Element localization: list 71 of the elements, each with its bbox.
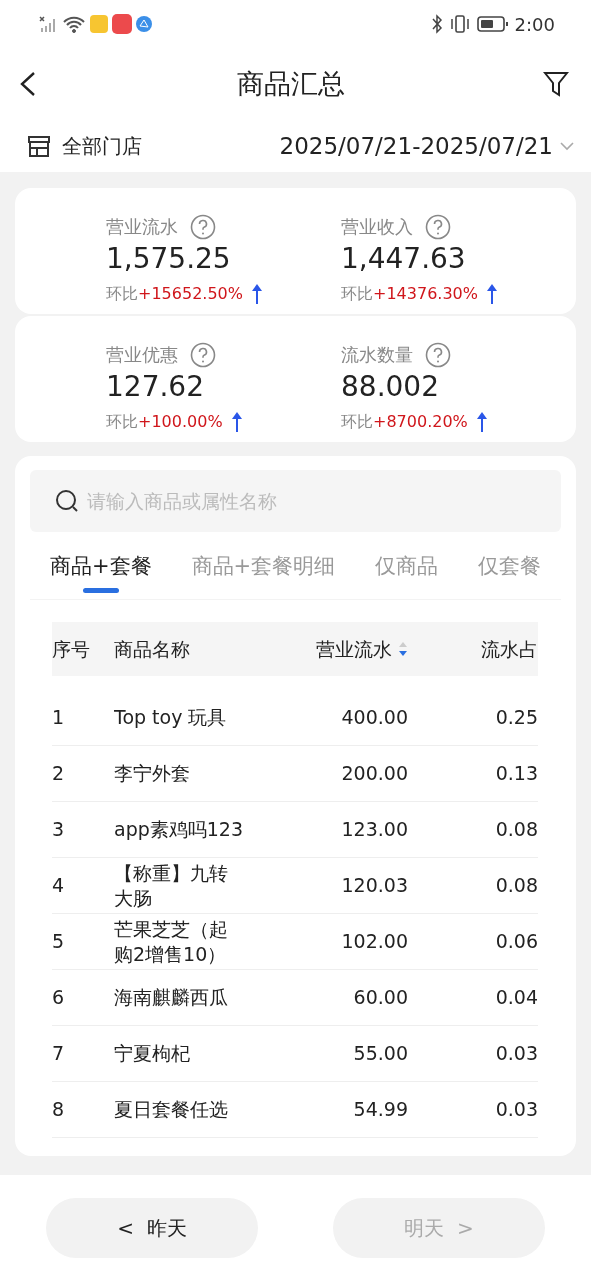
table-cell-text: 0.13 [494, 761, 538, 786]
table-cell-text: 400.00 [340, 705, 408, 730]
table-cell-text: 5 [52, 929, 66, 954]
app-icon [90, 15, 108, 33]
table-cell-text: 宁夏枸杞 [114, 1041, 191, 1066]
table-cell-text: 3 [52, 817, 66, 842]
wifi-icon [62, 15, 86, 33]
table-cell-text: 8 [52, 1097, 66, 1122]
bluetooth-icon [430, 14, 443, 34]
metric-label: 营业优惠 [106, 343, 178, 367]
metric-value: 1,447.63 [341, 242, 467, 275]
table-cell-text: 6 [52, 985, 66, 1010]
search-icon [55, 489, 79, 513]
table-cell-text: 0.04 [494, 985, 538, 1010]
help-icon [190, 342, 216, 368]
table-cell-text: 200.00 [340, 761, 408, 786]
table-cell-text: 102.00 [340, 929, 408, 954]
store-icon [26, 133, 52, 159]
store-selector[interactable]: 全部门店 [26, 132, 142, 160]
filter-button[interactable] [543, 70, 569, 98]
table-cell-text: 2 [52, 761, 66, 786]
date-range-selector[interactable]: 2025/07/21-2025/07/21 [279, 133, 575, 159]
search-field[interactable]: 请输入商品或属性名称 [30, 470, 561, 532]
table-cell-text: 55.00 [352, 1041, 408, 1066]
table-cell-text: 1 [52, 705, 66, 730]
filter-icon [543, 70, 569, 98]
tab[interactable]: 商品+套餐 [50, 552, 152, 599]
app-icon [112, 14, 132, 34]
metric-value: 88.002 [341, 370, 440, 403]
column-header[interactable]: 营业流水 [280, 636, 408, 662]
table-cell-text: 李宁外套 [114, 761, 191, 786]
table-cell-text: 0.08 [494, 873, 538, 898]
previous-day-button[interactable]: < 昨天 [46, 1198, 258, 1258]
table-cell-text: 【称重】九转大肠 [114, 860, 229, 911]
help-icon [190, 214, 216, 240]
page-title: 商品汇总 [236, 67, 345, 101]
metric-label: 流水数量 [341, 343, 413, 367]
table-cell-text: 120.03 [340, 873, 408, 898]
table-cell-text: app素鸡吗123 [114, 817, 245, 842]
table-cell-text: 60.00 [352, 985, 408, 1010]
chevron-down-icon [559, 141, 575, 151]
metric-label: 营业收入 [341, 215, 413, 239]
table-cell-text: 芒果芝芝（起购2增售10） [114, 916, 229, 967]
table-cell-text: 0.25 [494, 705, 538, 730]
metric-change: 环比+14376.30% [341, 283, 478, 305]
table-cell-text: 0.08 [494, 817, 538, 842]
column-header: 流水占 [480, 636, 538, 662]
help-icon [425, 342, 451, 368]
help-icon [425, 214, 451, 240]
table-cell-text: 夏日套餐任选 [114, 1097, 229, 1122]
table-cell-text: 123.00 [340, 817, 408, 842]
table-cell-text: 4 [52, 873, 66, 898]
column-header: 序号 [52, 636, 91, 662]
metric-change: 环比+15652.50% [106, 283, 243, 305]
table-cell-text: 54.99 [352, 1097, 408, 1122]
table-cell-text: 0.03 [494, 1041, 538, 1066]
signal-icon [38, 15, 58, 33]
table-cell-text: 0.06 [494, 929, 538, 954]
metric-value: 1,575.25 [106, 242, 232, 275]
table-cell-text: 0.03 [494, 1097, 538, 1122]
table-cell-text: Top toy 玩具 [114, 705, 228, 730]
table-cell-text: 海南麒麟西瓜 [114, 985, 229, 1010]
metric-change: 环比+100.00% [106, 411, 223, 433]
vibrate-icon [448, 14, 471, 34]
metric-label: 营业流水 [106, 215, 178, 239]
battery-icon [476, 15, 509, 33]
table-cell-text: 7 [52, 1041, 66, 1066]
metric-value: 127.62 [106, 370, 205, 403]
metric-change: 环比+8700.20% [341, 411, 468, 433]
column-header: 商品名称 [114, 636, 191, 662]
status-time: 2:00 [514, 13, 555, 35]
